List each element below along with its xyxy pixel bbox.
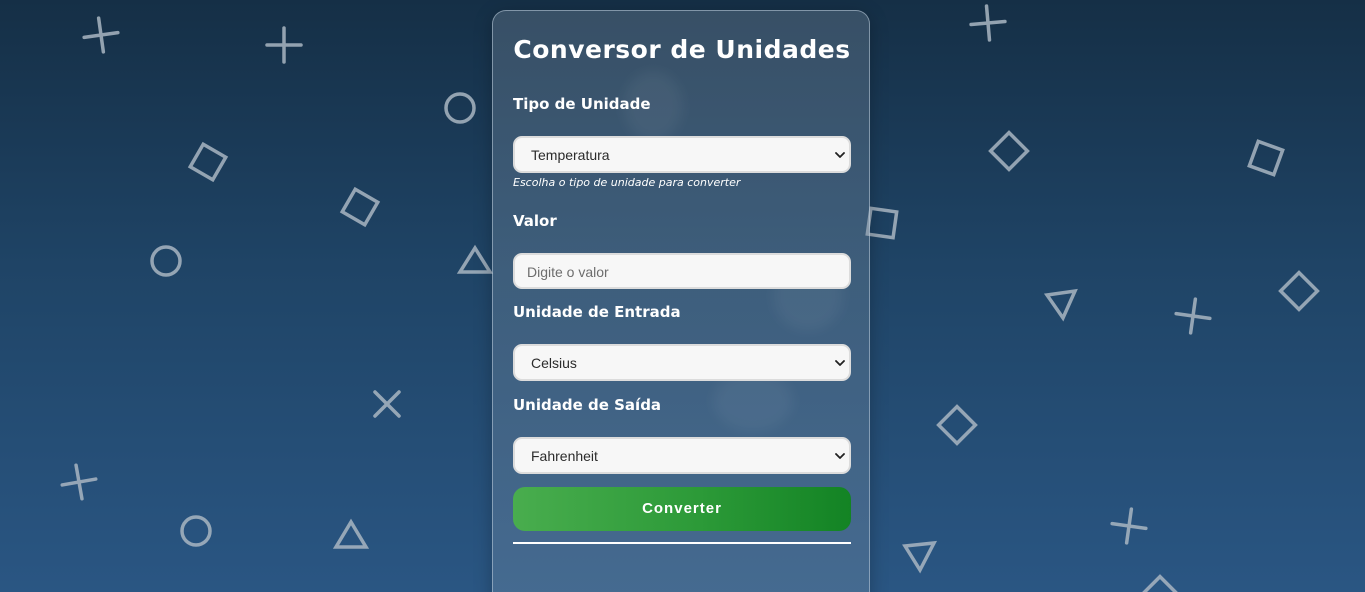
output-unit-label: Unidade de Saída <box>513 396 662 414</box>
square-icon <box>988 130 1030 172</box>
circle-icon <box>180 515 212 547</box>
cross-icon <box>82 16 120 54</box>
cross-icon <box>1174 297 1212 335</box>
square-icon <box>339 186 381 228</box>
input-unit-select[interactable]: Celsius <box>513 344 851 381</box>
cross-icon <box>969 4 1007 42</box>
unit-type-select[interactable]: Temperatura <box>513 136 851 173</box>
output-unit-value: Fahrenheit <box>531 448 598 464</box>
circle-icon <box>444 92 476 124</box>
cross-icon <box>60 463 98 501</box>
triangle-icon <box>332 518 370 549</box>
input-unit-label: Unidade de Entrada <box>513 303 681 321</box>
convert-button[interactable]: Converter <box>513 487 851 531</box>
triangle-icon <box>456 244 494 274</box>
unit-type-value: Temperatura <box>531 147 610 163</box>
cross-icon <box>373 390 401 418</box>
cross-icon <box>265 26 303 64</box>
square-icon <box>1278 270 1320 312</box>
chevron-down-icon <box>835 360 845 366</box>
unit-type-label: Tipo de Unidade <box>513 95 651 113</box>
square-icon <box>1139 574 1181 592</box>
input-unit-value: Celsius <box>531 355 577 371</box>
square-icon <box>936 404 978 446</box>
chevron-down-icon <box>835 453 845 459</box>
unit-type-hint: Escolha o tipo de unidade para converter <box>513 176 741 189</box>
value-input[interactable]: Digite o valor <box>513 253 851 289</box>
output-unit-select[interactable]: Fahrenheit <box>513 437 851 474</box>
triangle-icon <box>902 540 938 574</box>
value-label: Valor <box>513 212 557 230</box>
page-title: Conversor de Unidades <box>513 35 851 64</box>
circle-icon <box>150 245 182 277</box>
result-divider <box>513 542 851 544</box>
chevron-down-icon <box>835 152 845 158</box>
square-icon <box>1247 139 1285 177</box>
converter-card: Conversor de Unidades Tipo de Unidade Te… <box>492 10 870 592</box>
square-icon <box>187 141 229 183</box>
cross-icon <box>1110 507 1148 545</box>
value-input-placeholder: Digite o valor <box>527 264 609 280</box>
triangle-icon <box>1043 288 1078 322</box>
square-icon <box>865 206 899 240</box>
